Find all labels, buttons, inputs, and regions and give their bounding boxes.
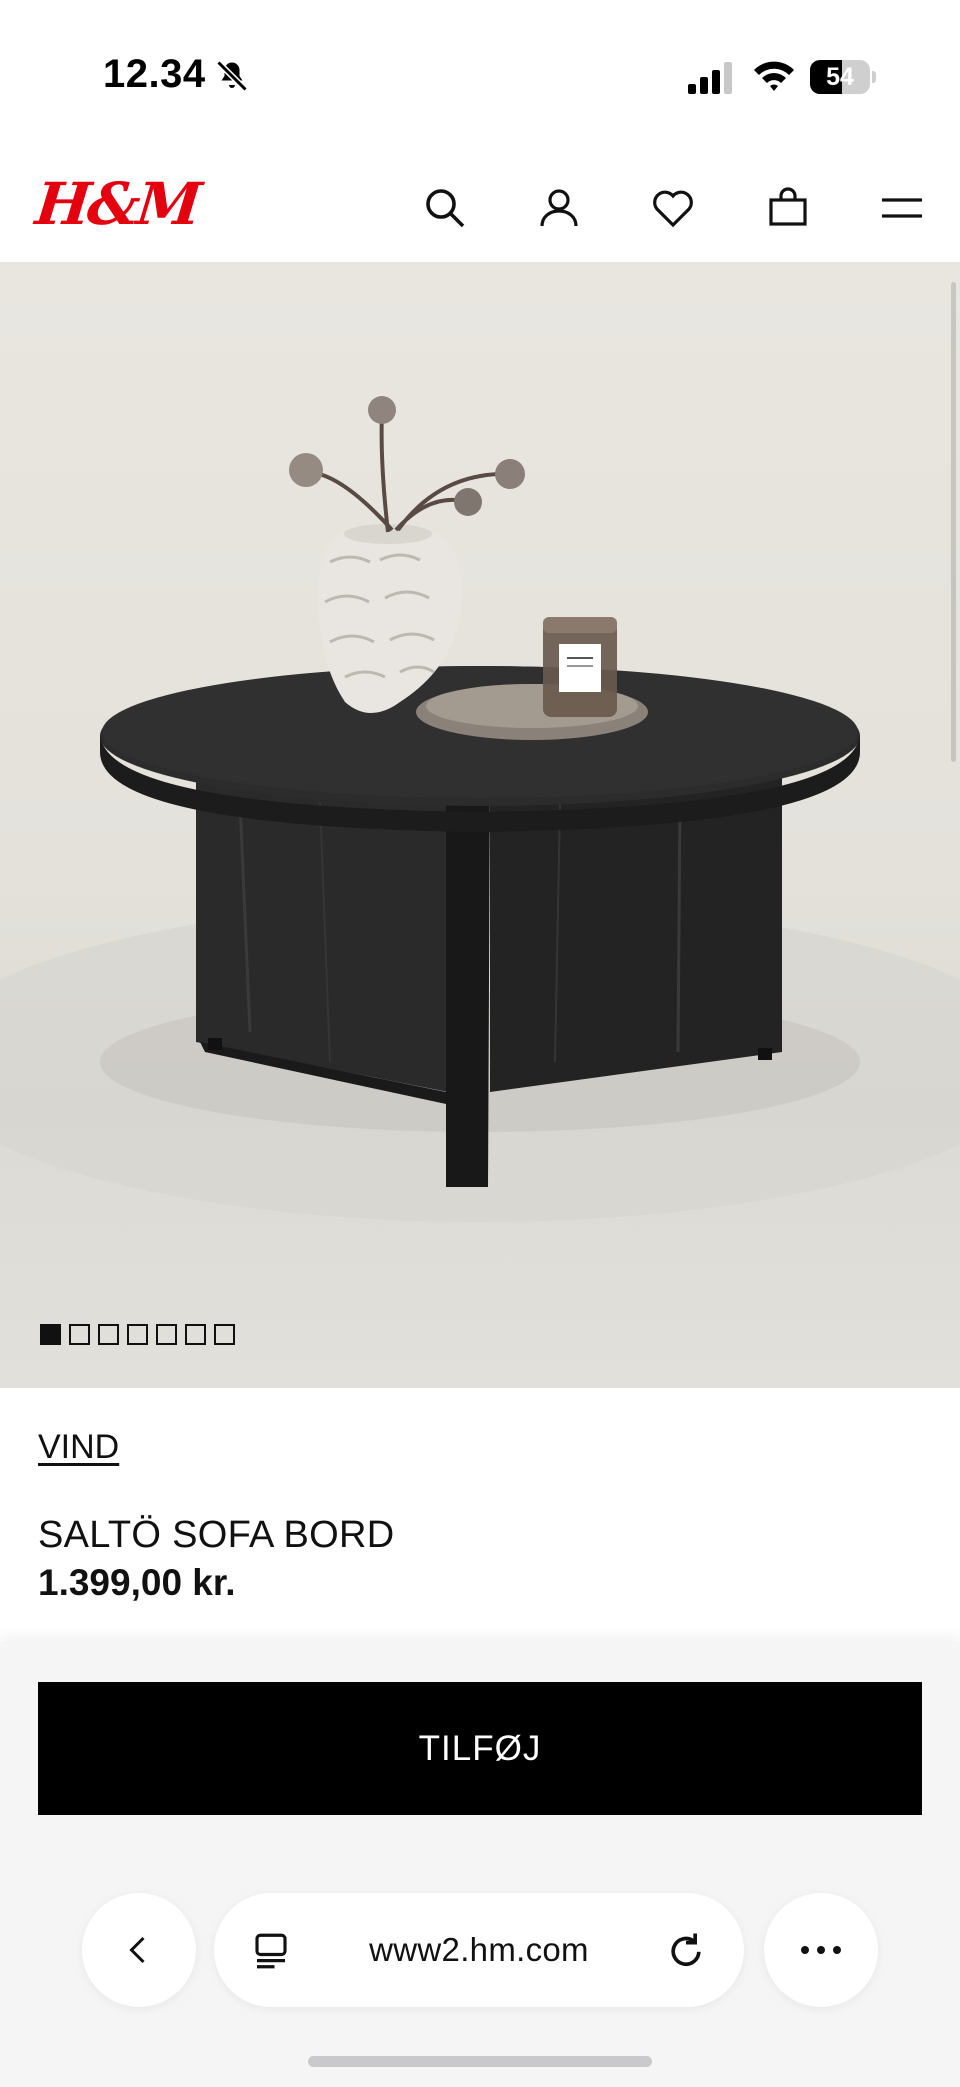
image-scroll-indicator	[951, 282, 956, 762]
sticky-add-bar: TILFØJ www2.hm.com	[0, 1642, 960, 2087]
account-icon[interactable]	[535, 184, 583, 232]
home-indicator	[308, 2056, 652, 2067]
address-bar[interactable]: www2.hm.com	[214, 1893, 744, 2007]
add-to-bag-button[interactable]: TILFØJ	[38, 1682, 922, 1815]
battery-level: 54	[826, 63, 854, 91]
heart-icon[interactable]	[649, 184, 697, 232]
menu-icon[interactable]	[878, 184, 926, 232]
gallery-pagination[interactable]	[40, 1324, 235, 1345]
browser-back-button[interactable]	[82, 1893, 196, 2007]
gallery-dot[interactable]	[40, 1324, 61, 1345]
back-chevron-icon	[129, 1936, 145, 1964]
status-time: 12.34	[103, 52, 206, 96]
more-icon	[801, 1946, 841, 1954]
bell-slash-icon	[216, 60, 248, 92]
gallery-dot[interactable]	[69, 1324, 90, 1345]
browser-more-button[interactable]	[764, 1893, 878, 2007]
gallery-dot[interactable]	[214, 1324, 235, 1345]
gallery-dot[interactable]	[156, 1324, 177, 1345]
gallery-dot[interactable]	[98, 1324, 119, 1345]
reader-icon[interactable]	[250, 1930, 292, 1972]
coffee-table-image	[0, 396, 960, 1222]
search-icon[interactable]	[421, 184, 469, 232]
product-name: SALTÖ SOFA BORD	[38, 1514, 395, 1556]
reload-icon[interactable]	[664, 1928, 708, 1972]
product-price: 1.399,00 kr.	[38, 1562, 236, 1603]
cellular-signal-icon	[688, 62, 732, 94]
site-header: H&M	[0, 150, 960, 262]
gallery-dot[interactable]	[127, 1324, 148, 1345]
gallery-dot[interactable]	[185, 1324, 206, 1345]
product-image[interactable]	[0, 262, 960, 1388]
shopping-bag-icon[interactable]	[764, 184, 812, 232]
brand-link[interactable]: VIND	[38, 1428, 119, 1467]
hm-logo[interactable]: H&M	[32, 170, 202, 238]
status-bar: 12.34 54	[0, 0, 960, 150]
wifi-icon	[754, 61, 794, 91]
battery-icon: 54	[810, 60, 876, 94]
